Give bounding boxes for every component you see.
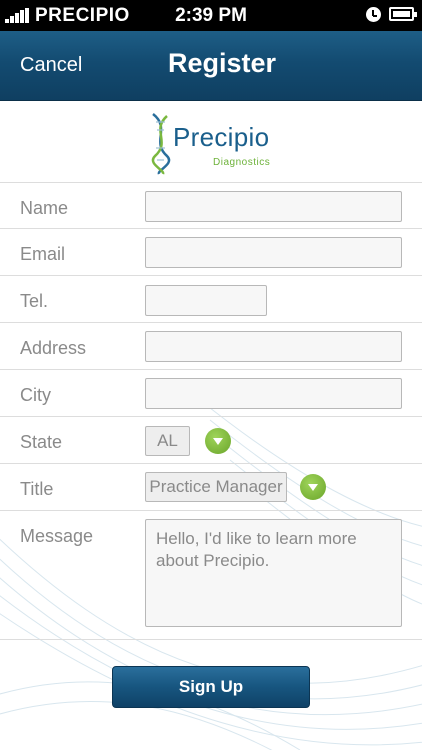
precipio-logo: Precipio Diagnostics [147,110,282,178]
title-dropdown-icon[interactable] [300,474,326,500]
message-textarea[interactable]: Hello, I'd like to learn more about Prec… [145,519,402,627]
alarm-icon [366,7,381,22]
city-row: City [0,369,422,417]
tel-input[interactable] [145,285,267,316]
name-label: Name [20,198,69,218]
name-input[interactable] [145,191,402,222]
title-label: Title [20,479,54,499]
email-label: Email [20,244,66,264]
address-row: Address [0,322,422,370]
city-input[interactable] [145,378,402,409]
navigation-bar: Cancel Register [0,31,422,101]
state-row: State AL [0,416,422,464]
message-row: Message Hello, I'd like to learn more ab… [0,510,422,640]
tel-label: Tel. [20,291,49,311]
email-row: Email [0,228,422,276]
logo-subtitle: Diagnostics [213,157,271,168]
title-select[interactable]: Practice Manager [145,472,287,502]
logo-name: Precipio [173,122,270,152]
state-dropdown-icon[interactable] [205,428,231,454]
state-select[interactable]: AL [145,426,190,456]
sign-up-button[interactable]: Sign Up [112,666,310,708]
dna-helix-icon [151,113,171,175]
status-bar: PRECIPIO 2:39 PM [0,0,422,31]
address-label: Address [20,338,87,358]
battery-icon [389,7,417,21]
name-row: Name [0,182,422,229]
message-label: Message [20,526,94,546]
tel-row: Tel. [0,275,422,323]
cancel-button[interactable]: Cancel [20,54,82,77]
status-time: 2:39 PM [175,5,247,26]
city-label: City [20,385,51,405]
state-label: State [20,432,63,452]
title-row: Title Practice Manager [0,463,422,511]
email-input[interactable] [145,237,402,268]
address-input[interactable] [145,331,402,362]
page-title: Register [168,48,277,78]
